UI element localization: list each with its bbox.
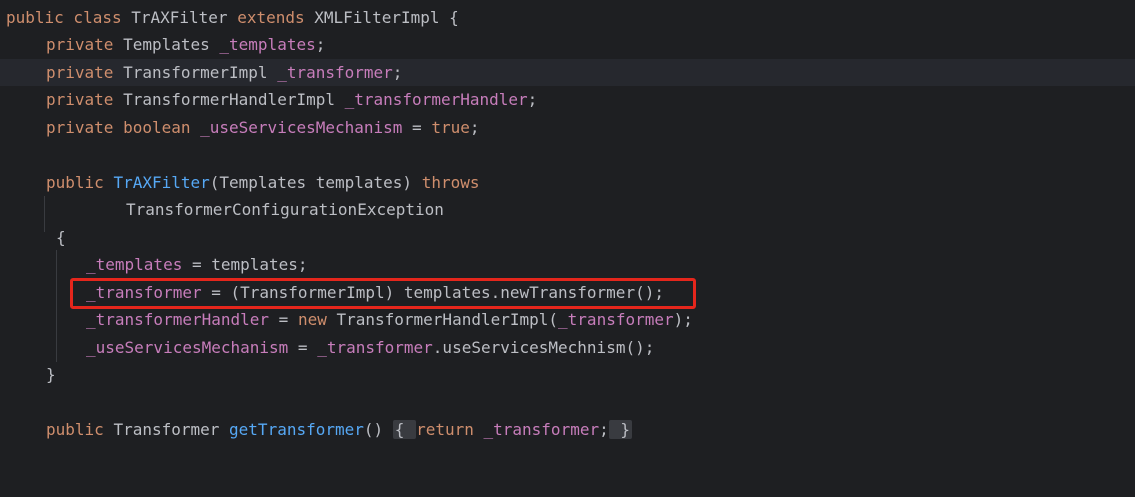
punct: (): [363, 420, 393, 439]
keyword: new: [297, 310, 337, 329]
keyword: public: [46, 173, 114, 192]
literal: true: [431, 118, 470, 137]
type: Templates: [123, 35, 220, 54]
code-line: public TrAXFilter(Templates templates) t…: [0, 169, 1135, 196]
class-name: TrAXFilter: [131, 8, 238, 27]
type: Transformer: [113, 420, 230, 439]
code-line: private TransformerHandlerImpl _transfor…: [0, 86, 1135, 113]
punct: ;: [315, 35, 326, 54]
code-line: _useServicesMechanism = _transformer.use…: [0, 334, 1135, 361]
field: _transformer: [277, 63, 393, 82]
keyword: boolean: [123, 118, 201, 137]
constructor-name: TrAXFilter: [113, 173, 210, 192]
exception-type: TransformerConfigurationException: [126, 200, 444, 219]
punct: ;: [527, 90, 538, 109]
keyword: private: [46, 118, 124, 137]
field: _templates: [219, 35, 316, 54]
keyword: public class: [6, 8, 132, 27]
code-line: private boolean _useServicesMechanism = …: [0, 114, 1135, 141]
code-line: }: [0, 361, 1135, 388]
code-editor[interactable]: public class TrAXFilter extends XMLFilte…: [0, 0, 1135, 455]
params: (Templates templates): [209, 173, 422, 192]
fold-close-brace[interactable]: }: [608, 420, 632, 439]
punct: );: [673, 310, 693, 329]
code-line: {: [0, 224, 1135, 251]
operator: =: [269, 310, 298, 329]
fold-open-brace[interactable]: {: [392, 420, 417, 439]
type: TransformerImpl: [123, 63, 278, 82]
field: _transformer: [558, 310, 674, 329]
keyword: private: [46, 35, 124, 54]
code-line: TransformerConfigurationException: [0, 196, 1135, 223]
method-name: getTransformer: [229, 420, 364, 439]
open-brace: {: [56, 228, 66, 247]
code-line-current: private TransformerImpl _transformer;: [0, 59, 1135, 86]
code-line: public class TrAXFilter extends XMLFilte…: [0, 4, 1135, 31]
keyword: private: [46, 90, 124, 109]
code-line: _transformerHandler = new TransformerHan…: [0, 306, 1135, 333]
field: _transformer: [317, 338, 433, 357]
field: _templates: [86, 255, 183, 274]
field: _transformerHandler: [86, 310, 270, 329]
code-line: _templates = templates;: [0, 251, 1135, 278]
highlight-box: [70, 278, 696, 309]
superclass: XMLFilterImpl {: [314, 8, 459, 27]
keyword: extends: [237, 8, 315, 27]
punct: ;: [469, 118, 480, 137]
close-brace: }: [46, 365, 56, 384]
field: _transformer: [483, 420, 600, 439]
keyword: return: [416, 420, 484, 439]
method-call: .useServicesMechnism();: [432, 338, 655, 357]
code-line: public Transformer getTransformer() { re…: [0, 416, 1135, 443]
operator: =: [288, 338, 318, 357]
type: TransformerHandlerImpl: [123, 90, 345, 109]
assignment: = templates;: [182, 255, 308, 274]
punct: ;: [599, 420, 609, 439]
keyword: throws: [421, 173, 480, 192]
constructor-call: TransformerHandlerImpl(: [336, 310, 559, 329]
field: _useServicesMechanism: [200, 118, 403, 137]
field: _transformerHandler: [344, 90, 528, 109]
operator: =: [402, 118, 432, 137]
punct: ;: [392, 63, 403, 82]
code-line: private Templates _templates;: [0, 31, 1135, 58]
field: _useServicesMechanism: [86, 338, 289, 357]
keyword: public: [46, 420, 114, 439]
keyword: private: [46, 63, 124, 82]
